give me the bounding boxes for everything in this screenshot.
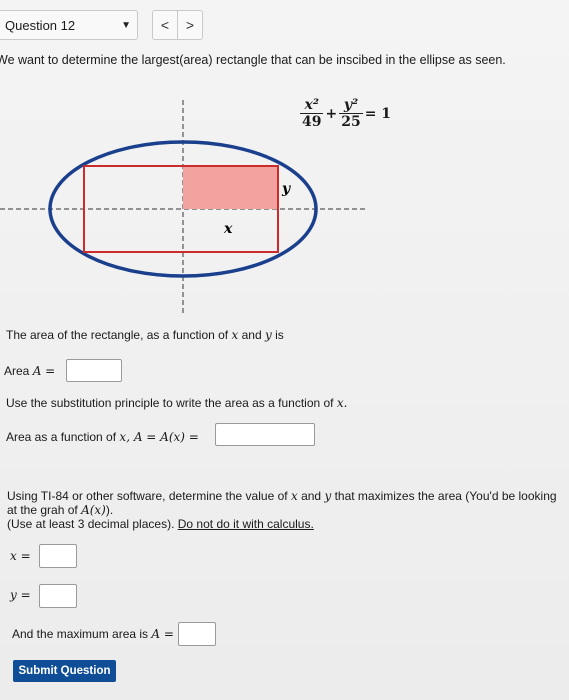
maximize-prompt-line2: at the grah of A(x)). [7, 503, 113, 517]
area-prompt-and: and [241, 328, 262, 342]
fraction-x-numerator: x² [300, 97, 324, 114]
maximize-prompt-line2-math: A(x) [81, 503, 106, 517]
maximize-prompt-x: x [290, 489, 298, 503]
fraction-y-numerator: y² [339, 97, 363, 114]
ellipse-equation: x² 49 + y² 25 = 1 [300, 97, 393, 130]
area-input[interactable] [66, 359, 122, 382]
area-label-math: A = [32, 364, 56, 378]
y-value-label: y = [10, 588, 31, 602]
fraction-x-denominator: 49 [302, 114, 322, 130]
chevron-down-icon: ▼ [121, 20, 131, 31]
substitution-prompt-text: Use the substitution principle to write … [6, 396, 334, 410]
max-area-label-math: A = [151, 627, 174, 641]
maximize-prompt-y: y [324, 489, 332, 503]
fraction-y-denominator: 25 [341, 114, 361, 130]
fraction-y: y² 25 [339, 97, 363, 130]
no-calculus-note: Do not do it with calculus. [177, 517, 314, 531]
chevron-left-icon: < [160, 17, 170, 33]
area-function-label: Area as a function of x, A = A(x) = [6, 430, 199, 444]
area-prompt: The area of the rectangle, as a function… [6, 328, 284, 342]
maximize-prompt-line3: (Use at least 3 decimal places). Do not … [7, 517, 314, 531]
y-value-input[interactable] [39, 584, 77, 608]
label-y: y [281, 181, 291, 197]
substitution-prompt: Use the substitution principle to write … [6, 396, 347, 410]
area-function-input[interactable] [215, 423, 315, 446]
substitution-prompt-var: x. [336, 396, 348, 410]
submit-question-button[interactable]: Submit Question [13, 660, 116, 682]
area-label-text: Area [4, 364, 30, 378]
x-value-label: x = [10, 549, 31, 563]
maximize-prompt-line1-post: that maximizes the area (You'd be lookin… [334, 489, 557, 503]
question-selector[interactable]: Question 12 ▼ [0, 10, 138, 40]
question-selector-label: Question 12 [5, 18, 76, 33]
area-function-label-math: x, A = A(x) = [119, 430, 199, 444]
chevron-right-icon: > [185, 17, 195, 33]
area-prompt-is: is [275, 328, 284, 342]
x-value-input[interactable] [39, 544, 77, 568]
next-question-button[interactable]: > [177, 10, 203, 40]
previous-question-button[interactable]: < [152, 10, 178, 40]
ellipse-figure: x y x² 49 + y² 25 = 1 [0, 95, 569, 325]
decimal-places-note: (Use at least 3 decimal places). [7, 517, 175, 531]
ellipse-diagram: x y [0, 100, 365, 313]
maximize-prompt-line2-post: ). [105, 503, 114, 517]
question-page: Question 12 ▼ < > We want to determine t… [0, 0, 569, 700]
question-header: Question 12 ▼ < > [0, 10, 569, 42]
maximize-prompt-line2-pre: at the grah of [7, 503, 78, 517]
label-x: x [223, 221, 233, 237]
maximize-prompt-line1-pre: Using TI-84 or other software, determine… [7, 489, 288, 503]
maximize-prompt-line1: Using TI-84 or other software, determine… [7, 489, 557, 503]
area-prompt-y: y [264, 328, 272, 342]
equals-one: = 1 [364, 105, 392, 122]
area-prompt-x: x [231, 328, 239, 342]
area-label: Area A = [4, 364, 55, 378]
question-intro: We want to determine the largest(area) r… [0, 53, 506, 67]
plus-sign: + [325, 105, 338, 122]
maximize-prompt-and: and [301, 489, 322, 503]
shaded-quadrant [183, 166, 278, 209]
max-area-input[interactable] [178, 622, 216, 646]
max-area-label-text: And the maximum area is [12, 627, 149, 641]
area-prompt-text: The area of the rectangle, as a function… [6, 328, 229, 342]
area-function-label-text: Area as a function of [6, 430, 117, 444]
fraction-x: x² 49 [300, 97, 324, 130]
max-area-label: And the maximum area is A = [12, 627, 174, 641]
